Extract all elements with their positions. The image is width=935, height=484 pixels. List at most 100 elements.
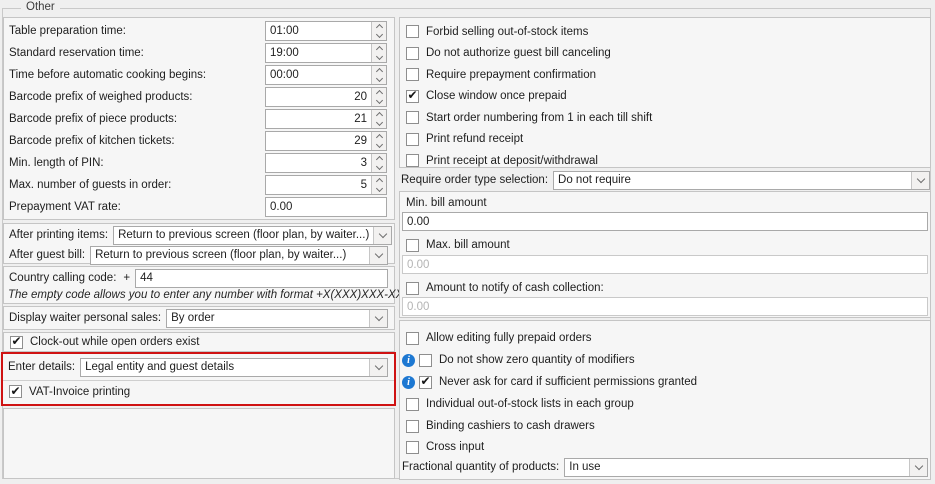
spinner-buttons[interactable] [371,154,386,172]
after-guest-bill-dropdown[interactable]: Return to previous screen (floor plan, b… [90,246,388,265]
max-bill-checkbox[interactable] [406,239,419,252]
setting-row-max-guests: Max. number of guests in order: 5 [4,174,394,196]
checkbox-row-max-bill[interactable]: Max. bill amount [400,234,930,256]
checkbox-row-order-numbering[interactable]: Start order numbering from 1 in each til… [400,107,930,129]
vat-rate-input[interactable]: 0.00 [265,197,387,217]
number-value[interactable]: 21 [266,110,371,128]
spin-down-icon[interactable] [372,185,386,194]
time-value[interactable]: 01:00 [266,22,371,40]
time-value[interactable]: 00:00 [266,66,371,84]
setting-row-after-guest-bill: After guest bill: Return to previous scr… [4,245,394,265]
spin-down-icon[interactable] [372,31,386,40]
time-spinedit[interactable]: 19:00 [265,43,387,63]
chevron-down-icon[interactable] [373,227,391,244]
spin-down-icon[interactable] [372,75,386,84]
min-bill-amount-input[interactable]: 0.00 [402,212,928,231]
dropdown-value[interactable]: Return to previous screen (floor plan, b… [114,229,373,241]
vat-invoice-checkbox[interactable] [9,385,22,398]
spin-down-icon[interactable] [372,53,386,62]
number-spinedit[interactable]: 5 [265,175,387,195]
chevron-down-icon[interactable] [909,459,927,476]
binding-cashiers-checkbox[interactable] [406,420,419,433]
cross-input-checkbox[interactable] [406,441,419,454]
dropdown-value[interactable]: In use [565,461,909,473]
country-code-input[interactable]: 44 [135,269,388,288]
checkbox-row-no-bill-cancel[interactable]: Do not authorize guest bill canceling [400,43,930,65]
spin-down-icon[interactable] [372,97,386,106]
number-value[interactable]: 20 [266,88,371,106]
chevron-down-icon[interactable] [369,310,387,327]
allow-editing-prepaid-checkbox[interactable] [406,332,419,345]
number-spinedit[interactable]: 3 [265,153,387,173]
spinner-buttons[interactable] [371,132,386,150]
forbid-oos-checkbox[interactable] [406,25,419,38]
checkbox-row-allow-editing-prepaid[interactable]: Allow editing fully prepaid orders [400,327,930,349]
checkbox-row-print-refund[interactable]: Print refund receipt [400,129,930,151]
setting-row-table-preparation: Table preparation time: 01:00 [4,20,394,42]
number-spinedit[interactable]: 21 [265,109,387,129]
checkbox-row-cross-input[interactable]: Cross input [400,437,930,457]
setting-row-standard-reservation: Standard reservation time: 19:00 [4,42,394,64]
max-bill-amount-value[interactable]: 0.00 [407,259,429,271]
checkbox-row-clockout[interactable]: Clock-out while open orders exist [4,333,394,351]
dropdown-value[interactable]: Do not require [554,174,911,186]
print-refund-checkbox[interactable] [406,133,419,146]
checkbox-row-never-ask-card[interactable]: i Never ask for card if sufficient permi… [400,371,930,393]
number-value[interactable]: 29 [266,132,371,150]
dropdown-value[interactable]: Return to previous screen (floor plan, b… [91,249,369,261]
cash-collection-amount-value[interactable]: 0.00 [407,301,429,313]
spin-down-icon[interactable] [372,119,386,128]
groupbox-title: Other [21,1,60,13]
number-value[interactable]: 3 [266,154,371,172]
print-deposit-receipt-checkbox[interactable] [406,154,419,167]
country-code-value[interactable]: 44 [140,272,153,284]
enter-details-dropdown[interactable]: Legal entity and guest details [80,358,388,377]
cash-collection-checkbox[interactable] [406,282,419,295]
spinner-buttons[interactable] [371,22,386,40]
time-spinedit[interactable]: 00:00 [265,65,387,85]
dropdown-value[interactable]: By order [167,312,369,324]
vat-rate-value[interactable]: 0.00 [266,198,386,216]
checkbox-row-binding-cashiers[interactable]: Binding cashiers to cash drawers [400,415,930,437]
spin-down-icon[interactable] [372,163,386,172]
fractional-quantity-dropdown[interactable]: In use [564,458,928,477]
right-checkbox-panel: Forbid selling out-of-stock items Do not… [399,17,931,168]
dropdown-value[interactable]: Legal entity and guest details [81,361,369,373]
display-sales-dropdown[interactable]: By order [166,309,388,328]
number-spinedit[interactable]: 29 [265,131,387,151]
zero-qty-modifiers-checkbox[interactable] [419,354,432,367]
min-bill-amount-value[interactable]: 0.00 [407,216,429,228]
checkbox-row-forbid-oos[interactable]: Forbid selling out-of-stock items [400,21,930,43]
never-ask-card-checkbox[interactable] [419,376,432,389]
spinner-buttons[interactable] [371,110,386,128]
require-prepay-confirm-checkbox[interactable] [406,68,419,81]
spin-down-icon[interactable] [372,141,386,150]
checkbox-row-zero-qty-modifiers[interactable]: i Do not show zero quantity of modifiers [400,349,930,371]
checkbox-row-vat-invoice[interactable]: VAT-Invoice printing [3,380,394,402]
checkbox-row-close-window-prepaid[interactable]: Close window once prepaid [400,86,930,108]
order-type-dropdown[interactable]: Do not require [553,171,930,190]
spinner-buttons[interactable] [371,66,386,84]
cash-collection-amount-input[interactable]: 0.00 [402,297,928,316]
checkbox-row-individual-oos-lists[interactable]: Individual out-of-stock lists in each gr… [400,393,930,415]
number-value[interactable]: 5 [266,176,371,194]
order-numbering-checkbox[interactable] [406,111,419,124]
after-printing-dropdown[interactable]: Return to previous screen (floor plan, b… [113,226,392,245]
spinner-buttons[interactable] [371,44,386,62]
number-spinedit[interactable]: 20 [265,87,387,107]
close-window-prepaid-checkbox[interactable] [406,90,419,103]
chevron-down-icon[interactable] [911,172,929,189]
chevron-down-icon[interactable] [369,359,387,376]
max-bill-amount-input[interactable]: 0.00 [402,255,928,274]
time-spinedit[interactable]: 01:00 [265,21,387,41]
chevron-down-icon[interactable] [369,247,387,264]
after-actions-panel: After printing items: Return to previous… [3,223,395,264]
spinner-buttons[interactable] [371,88,386,106]
spinner-buttons[interactable] [371,176,386,194]
clockout-checkbox[interactable] [10,336,23,349]
time-value[interactable]: 19:00 [266,44,371,62]
checkbox-row-require-prepay-confirm[interactable]: Require prepayment confirmation [400,64,930,86]
no-bill-cancel-checkbox[interactable] [406,47,419,60]
checkbox-row-cash-collection[interactable]: Amount to notify of cash collection: [400,277,930,299]
individual-oos-lists-checkbox[interactable] [406,398,419,411]
